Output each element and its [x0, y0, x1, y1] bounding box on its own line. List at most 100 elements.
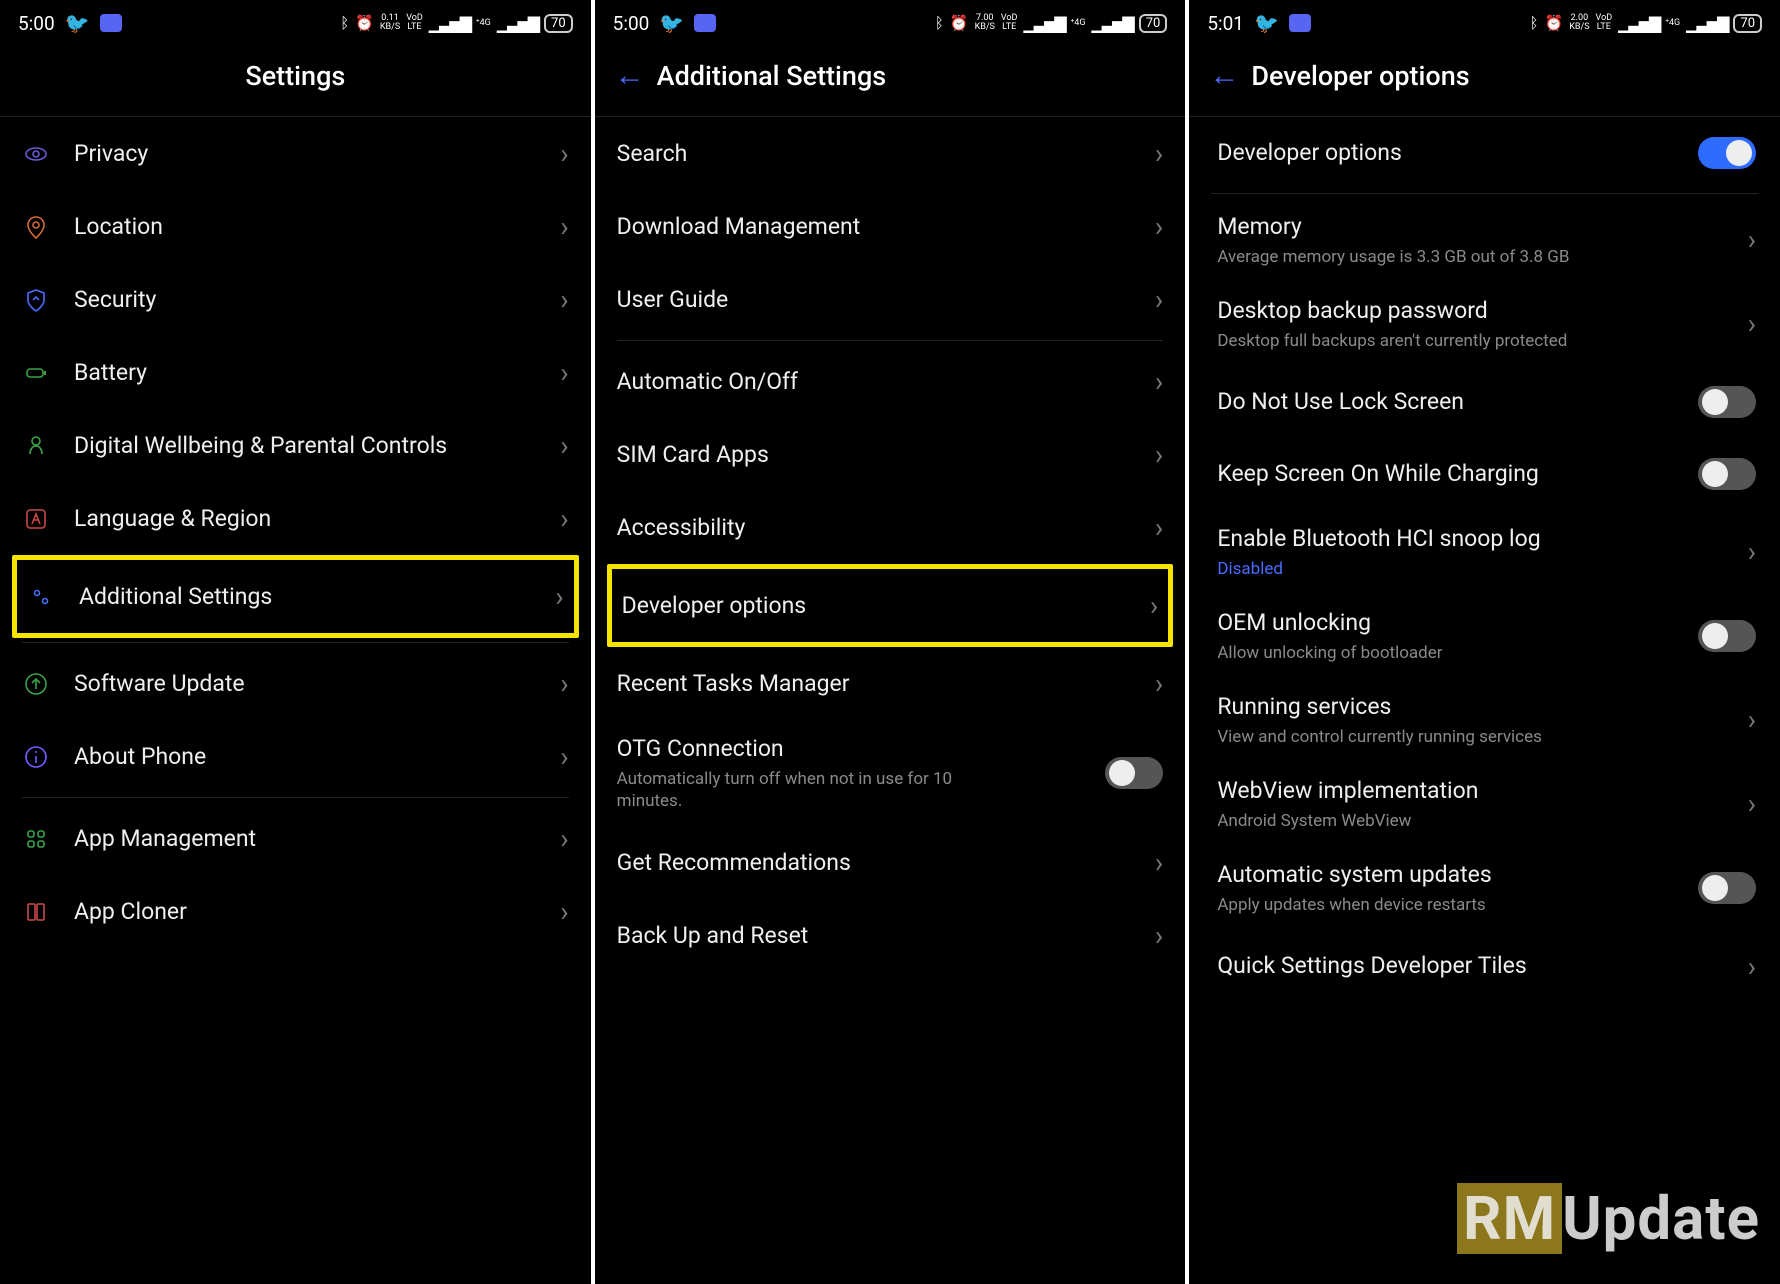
list-item-back-up-and-reset[interactable]: Back Up and Reset › [595, 899, 1186, 972]
signal-icon-2: ▁▃▅▇ [1092, 14, 1133, 33]
list-item-additional-settings[interactable]: Additional Settings › [17, 560, 574, 633]
status-bar: 5:00 🐦 ᛒ ⏰ 7.00KB/S VoDLTE ▁▃▅▇ ⁺4G ▁▃▅▇… [595, 0, 1186, 42]
list-item-do-not-use-lock-screen[interactable]: Do Not Use Lock Screen [1189, 366, 1780, 438]
list-item-automatic-on-off[interactable]: Automatic On/Off › [595, 345, 1186, 418]
highlight-box: Developer options › [607, 564, 1174, 647]
toggle-oem-unlocking[interactable] [1698, 620, 1756, 652]
list-item-label: Automatic system updates [1217, 860, 1698, 890]
grid-icon [22, 825, 62, 853]
additional-settings-panel: 5:00 🐦 ᛒ ⏰ 7.00KB/S VoDLTE ▁▃▅▇ ⁺4G ▁▃▅▇… [595, 0, 1186, 1284]
list-item-running-services[interactable]: Running services View and control curren… [1189, 678, 1780, 762]
list-item-about-phone[interactable]: About Phone › [0, 720, 591, 793]
battery-icon: 70 [544, 14, 573, 33]
divider [617, 340, 1164, 341]
twitter-icon: 🐦 [659, 11, 684, 35]
list-item-label: Automatic On/Off [617, 367, 1147, 397]
list-item-privacy[interactable]: Privacy › [0, 117, 591, 190]
list-item-sim-card-apps[interactable]: SIM Card Apps › [595, 418, 1186, 491]
list-item-oem-unlocking[interactable]: OEM unlocking Allow unlocking of bootloa… [1189, 594, 1780, 678]
list-item-location[interactable]: Location › [0, 190, 591, 263]
chevron-right-icon: › [560, 822, 568, 855]
list-item-accessibility[interactable]: Accessibility › [595, 491, 1186, 564]
list-item-automatic-system-updates[interactable]: Automatic system updates Apply updates w… [1189, 846, 1780, 930]
list-item-digital-wellbeing-parental-controls[interactable]: Digital Wellbeing & Parental Controls › [0, 409, 591, 482]
list-item-user-guide[interactable]: User Guide › [595, 263, 1186, 336]
twitter-icon: 🐦 [65, 11, 90, 35]
net-speed: 7.00KB/S [975, 14, 995, 32]
highlight-box: Additional Settings › [12, 555, 579, 638]
list-item-label: About Phone [74, 742, 552, 772]
list-item-recent-tasks-manager[interactable]: Recent Tasks Manager › [595, 647, 1186, 720]
chevron-right-icon: › [1748, 223, 1756, 256]
up-icon [22, 670, 62, 698]
chevron-right-icon: › [1155, 846, 1163, 879]
list-item-sublabel: Apply updates when device restarts [1217, 894, 1597, 916]
volte-icon: VoDLTE [1001, 14, 1018, 32]
list-item-label: Keep Screen On While Charging [1217, 459, 1698, 489]
net-type: ⁺4G [476, 19, 491, 28]
net-type: ⁺4G [1071, 19, 1086, 28]
list-item-developer-options[interactable]: Developer options › [612, 569, 1169, 642]
clock: 5:00 [613, 12, 650, 35]
signal-icon: ▁▃▅▇ [1618, 14, 1659, 33]
pin-icon [22, 213, 62, 241]
list-item-download-management[interactable]: Download Management › [595, 190, 1186, 263]
list-item-otg-connection[interactable]: OTG Connection Automatically turn off wh… [595, 720, 1186, 826]
toggle-keep-screen-on-while-charging[interactable] [1698, 458, 1756, 490]
chevron-right-icon: › [1155, 365, 1163, 398]
list-item-sublabel: Average memory usage is 3.3 GB out of 3.… [1217, 246, 1597, 268]
settings-list[interactable]: Privacy › Location › Security › Battery … [0, 117, 591, 1284]
list-item-label: Developer options [1217, 138, 1698, 168]
bluetooth-icon: ᛒ [1530, 14, 1539, 32]
chevron-right-icon: › [560, 210, 568, 243]
list-item-webview-implementation[interactable]: WebView implementation Android System We… [1189, 762, 1780, 846]
chevron-right-icon: › [1748, 787, 1756, 820]
signal-icon-2: ▁▃▅▇ [497, 14, 538, 33]
list-item-quick-settings-developer-tiles[interactable]: Quick Settings Developer Tiles › [1189, 930, 1780, 1003]
battery-icon: 70 [1733, 14, 1762, 33]
list-item-keep-screen-on-while-charging[interactable]: Keep Screen On While Charging [1189, 438, 1780, 510]
status-bar: 5:01 🐦 ᛒ ⏰ 2.00KB/S VoDLTE ▁▃▅▇ ⁺4G ▁▃▅▇… [1189, 0, 1780, 42]
list-item-label: Download Management [617, 212, 1147, 242]
list-item-desktop-backup-password[interactable]: Desktop backup password Desktop full bac… [1189, 282, 1780, 366]
list-item-label: Security [74, 285, 552, 315]
list-item-enable-bluetooth-hci-snoop-log[interactable]: Enable Bluetooth HCI snoop log Disabled … [1189, 510, 1780, 594]
chevron-right-icon: › [1155, 210, 1163, 243]
list-item-label: Battery [74, 358, 552, 388]
list-item-app-management[interactable]: App Management › [0, 802, 591, 875]
list-item-label: Get Recommendations [617, 848, 1147, 878]
toggle-developer-options[interactable] [1698, 137, 1756, 169]
settings-list[interactable]: Developer options Memory Average memory … [1189, 117, 1780, 1284]
list-item-label: Privacy [74, 139, 552, 169]
chevron-right-icon: › [560, 429, 568, 462]
list-item-search[interactable]: Search › [595, 117, 1186, 190]
list-item-memory[interactable]: Memory Average memory usage is 3.3 GB ou… [1189, 198, 1780, 282]
list-item-software-update[interactable]: Software Update › [0, 647, 591, 720]
list-item-sublabel: Automatically turn off when not in use f… [617, 768, 997, 812]
list-item-label: Accessibility [617, 513, 1147, 543]
back-button[interactable]: ← [615, 61, 645, 91]
settings-list[interactable]: Search › Download Management › User Guid… [595, 117, 1186, 1284]
list-item-battery[interactable]: Battery › [0, 336, 591, 409]
back-button[interactable]: ← [1209, 61, 1239, 91]
list-item-developer-options[interactable]: Developer options [1189, 117, 1780, 189]
list-item-language-region[interactable]: Language & Region › [0, 482, 591, 555]
list-item-label: OTG Connection [617, 734, 1106, 764]
list-item-app-cloner[interactable]: App Cloner › [0, 875, 591, 948]
signal-icon-2: ▁▃▅▇ [1686, 14, 1727, 33]
alarm-icon: ⏰ [1545, 14, 1564, 32]
list-item-sublabel: Desktop full backups aren't currently pr… [1217, 330, 1597, 352]
chevron-right-icon: › [1748, 950, 1756, 983]
settings-panel: 5:00 🐦 ᛒ ⏰ 0.11KB/S VoDLTE ▁▃▅▇ ⁺4G ▁▃▅▇… [0, 0, 591, 1284]
list-item-security[interactable]: Security › [0, 263, 591, 336]
toggle-otg-connection[interactable] [1105, 757, 1163, 789]
list-item-sublabel: Disabled [1217, 558, 1597, 580]
list-item-label: User Guide [617, 285, 1147, 315]
list-item-sublabel: Allow unlocking of bootloader [1217, 642, 1597, 664]
toggle-automatic-system-updates[interactable] [1698, 872, 1756, 904]
toggle-do-not-use-lock-screen[interactable] [1698, 386, 1756, 418]
net-type: ⁺4G [1665, 19, 1680, 28]
list-item-get-recommendations[interactable]: Get Recommendations › [595, 826, 1186, 899]
list-item-label: Enable Bluetooth HCI snoop log [1217, 524, 1739, 554]
clone-icon [22, 898, 62, 926]
